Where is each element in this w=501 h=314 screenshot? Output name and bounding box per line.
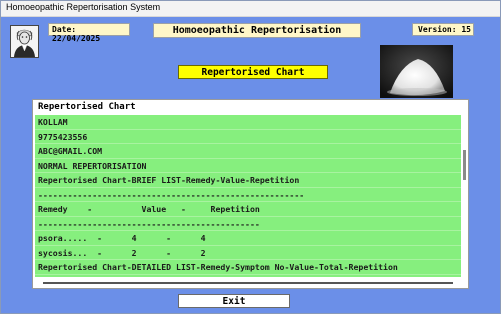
- title-bar[interactable]: Homoeopathic Repertorisation System: [1, 1, 500, 17]
- horizontal-scrollbar[interactable]: [43, 282, 453, 284]
- list-item: Repertorised Chart-DETAILED LIST-Remedy-…: [35, 260, 461, 275]
- scrollbar-thumb[interactable]: [463, 150, 466, 180]
- exit-button[interactable]: Exit: [178, 294, 290, 308]
- list-item: ----------------------------------------…: [35, 188, 461, 202]
- list-item: ----------------------------------------…: [35, 217, 461, 231]
- list-item: psora..... - 4 - 4: [35, 231, 461, 246]
- panel-header: Repertorised Chart: [38, 102, 136, 112]
- repertorised-chart-panel: Repertorised Chart KOLLAM 9775423556 ABC…: [32, 99, 469, 289]
- chart-title-label: Repertorised Chart: [178, 65, 328, 79]
- list-item: Repertorised Chart-BRIEF LIST-Remedy-Val…: [35, 173, 461, 188]
- window-title: Homoeopathic Repertorisation System: [6, 2, 161, 12]
- white-powder-photo: [380, 45, 453, 98]
- list-item: 9775423556: [35, 130, 461, 144]
- app-window: Homoeopathic Repertorisation System Date…: [0, 0, 501, 314]
- vertical-scrollbar[interactable]: [461, 115, 466, 277]
- list-item: Remedy - Value - Repetition: [35, 202, 461, 217]
- list-item: KOLLAM: [35, 115, 461, 130]
- list-item: ABC@GMAIL.COM: [35, 144, 461, 159]
- page-title: Homoeopathic Repertorisation: [153, 23, 361, 38]
- version-field: Version: 15: [412, 23, 474, 36]
- list-item: NORMAL REPERTORISATION: [35, 159, 461, 173]
- results-list[interactable]: KOLLAM 9775423556 ABC@GMAIL.COM NORMAL R…: [35, 115, 461, 277]
- list-item: sycosis... - 2 - 2: [35, 246, 461, 260]
- doctor-portrait-icon: [10, 25, 39, 58]
- date-field: Date: 22/04/2025: [48, 23, 130, 43]
